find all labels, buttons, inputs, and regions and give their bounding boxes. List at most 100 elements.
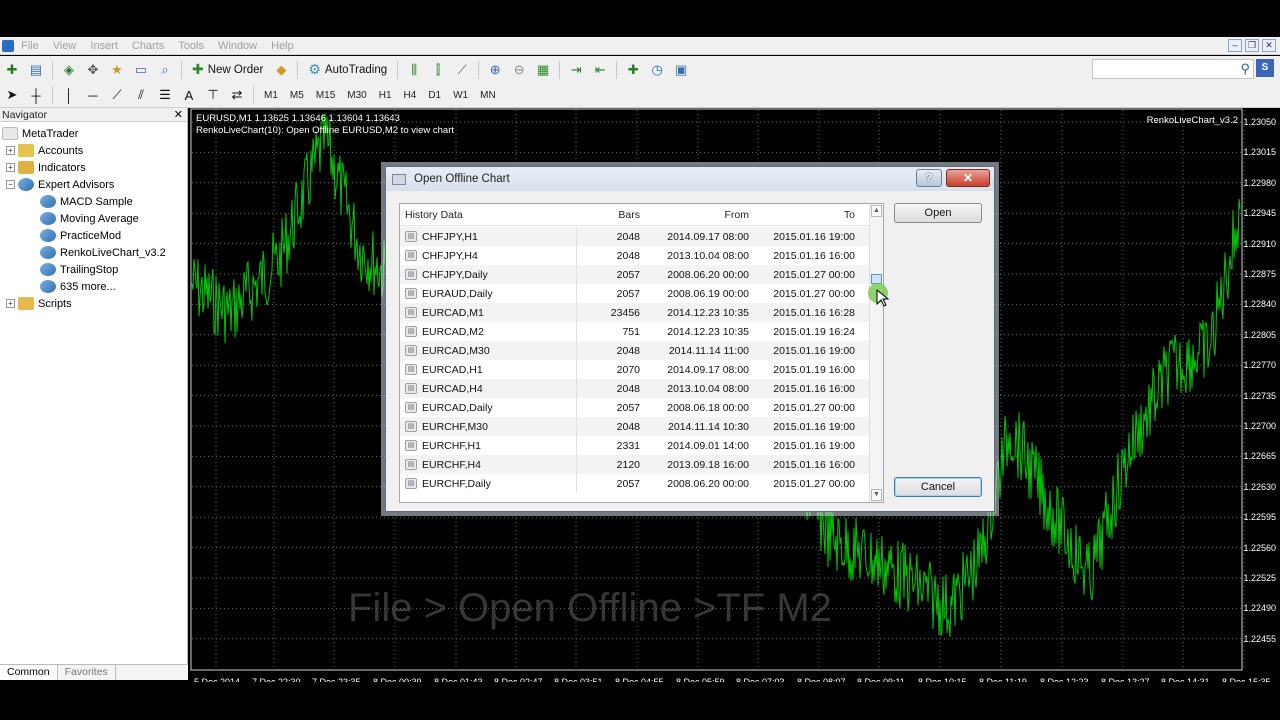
list-scrollbar[interactable]: ▲ ▼ (869, 204, 883, 502)
market-watch-icon[interactable]: ◈ (60, 61, 78, 79)
trendline-icon[interactable]: ⟋ (108, 86, 126, 104)
list-item[interactable]: ▤ EURCHF,H1 2331 2014.09.01 14:00 2015.01.16… (400, 436, 870, 455)
cursor-icon[interactable]: ➤ (3, 86, 21, 104)
list-item[interactable]: ▤ EURCAD,M30 2048 2014.11.14 11:00 2015.01.1… (400, 341, 870, 360)
cancel-button[interactable]: Cancel (894, 477, 982, 497)
menu-charts[interactable]: Charts (125, 40, 171, 52)
help-button[interactable]: ? (916, 169, 942, 187)
zoom-out-icon[interactable]: ⊖ (510, 61, 528, 79)
list-item[interactable]: ▤ EURCAD,M2 751 2014.12.23 10:35 2015.01.19 … (400, 322, 870, 341)
tree-item-scripts[interactable]: + Scripts (0, 295, 187, 312)
indicators-icon[interactable]: ✚ (624, 61, 642, 79)
expand-icon[interactable]: + (6, 146, 15, 155)
timeframe-m5[interactable]: M5 (284, 90, 310, 101)
navigator-panel: Navigator ✕ MetaTrader + Accounts + Indica… (0, 108, 188, 680)
bar-chart-icon[interactable]: ⫼ (405, 61, 423, 79)
column-header-to[interactable]: To (752, 209, 862, 221)
chart-shift-icon[interactable]: ⇥ (567, 61, 585, 79)
tree-item-expert[interactable]: RenkoLiveChart_v3.2 (0, 244, 187, 261)
profiles-icon[interactable]: ▤ (27, 61, 45, 79)
navigator-icon[interactable]: ★ (108, 61, 126, 79)
tree-item-expert[interactable]: MACD Sample (0, 193, 187, 210)
column-header-bars[interactable]: Bars (577, 209, 642, 221)
scroll-up-icon[interactable]: ▲ (871, 205, 882, 217)
scroll-down-icon[interactable]: ▼ (871, 489, 882, 501)
open-button[interactable]: Open (894, 203, 982, 223)
templates-icon[interactable]: ▣ (672, 61, 690, 79)
tree-item-accounts[interactable]: + Accounts (0, 142, 187, 159)
close-icon[interactable]: ✕ (174, 108, 183, 121)
timeframe-mn[interactable]: MN (474, 90, 502, 101)
timeframe-m1[interactable]: M1 (258, 90, 284, 101)
list-item[interactable]: ▤ EURCAD,M1 23456 2014.12.23 10:35 2015.01.1… (400, 303, 870, 322)
periods-icon[interactable]: ◷ (648, 61, 666, 79)
text-label-icon[interactable]: ⊤ (204, 86, 222, 104)
list-item[interactable]: ▤ EURCAD,H4 2048 2013.10.04 08:00 2015.01.16… (400, 379, 870, 398)
tree-item-expert[interactable]: PracticeMod (0, 227, 187, 244)
menu-tools[interactable]: Tools (171, 40, 211, 52)
fibonacci-icon[interactable]: ☰ (156, 86, 174, 104)
vertical-line-icon[interactable]: │ (60, 86, 78, 104)
dialog-close-button[interactable]: ✕ (946, 169, 990, 187)
close-icon[interactable]: ✕ (1262, 39, 1276, 52)
timeframe-m15[interactable]: M15 (310, 90, 341, 101)
expand-icon[interactable]: + (6, 163, 15, 172)
menu-file[interactable]: File (14, 40, 46, 52)
tree-item-metatrader[interactable]: MetaTrader (0, 125, 187, 142)
horizontal-line-icon[interactable]: ─ (84, 86, 102, 104)
data-window-icon[interactable]: ✥ (84, 61, 102, 79)
tab-common[interactable]: Common (0, 665, 58, 680)
line-chart-icon[interactable]: ⟋ (453, 61, 471, 79)
list-item[interactable]: ▤ EURCAD,Daily 2057 2008.06.18 00:00 2015.01… (400, 398, 870, 417)
search-input[interactable] (1092, 59, 1254, 79)
tree-item-expert-advisors[interactable]: − Expert Advisors (0, 176, 187, 193)
list-item[interactable]: ▤ CHFJPY,H4 2048 2013.10.04 08:00 2015.01.16… (400, 246, 870, 265)
expand-icon[interactable]: + (6, 299, 15, 308)
timeframe-h1[interactable]: H1 (373, 90, 398, 101)
new-chart-icon[interactable]: ✚ (3, 61, 21, 79)
list-item[interactable]: ▤ EURCAD,H1 2070 2014.09.17 08:00 2015.01.19… (400, 360, 870, 379)
tab-favorites[interactable]: Favorites (58, 665, 116, 680)
price-axis-label: 1.22840 (1243, 299, 1276, 310)
column-header-from[interactable]: From (642, 209, 752, 221)
tree-item-expert[interactable]: TrailingStop (0, 261, 187, 278)
tree-item-indicators[interactable]: + Indicators (0, 159, 187, 176)
channel-icon[interactable]: ⫽ (132, 86, 150, 104)
search-icon[interactable]: ⚲ (1240, 61, 1250, 77)
list-item[interactable]: ▤ CHFJPY,H1 2048 2014.09.17 08:00 2015.01.16… (400, 227, 870, 246)
collapse-icon[interactable]: − (6, 180, 15, 189)
list-item[interactable]: ▤ EURCHF,Daily 2057 2008.06.20 00:00 2015.01… (400, 474, 870, 493)
restore-icon[interactable]: ❐ (1245, 39, 1259, 52)
strategy-tester-icon[interactable]: ⌕ (156, 61, 174, 79)
arrows-icon[interactable]: ⇄ (228, 86, 246, 104)
community-icon[interactable]: S (1256, 59, 1274, 77)
autotrading-button[interactable]: ⚙ AutoTrading (302, 59, 393, 81)
timeframe-m30[interactable]: M30 (341, 90, 372, 101)
menu-insert[interactable]: Insert (83, 40, 125, 52)
dialog-body: History Data Bars From To ▤ CHFJPY,H1 2048… (386, 191, 994, 511)
to-cell: 2015.01.19 16:24 (773, 325, 855, 338)
tree-item-expert[interactable]: Moving Average (0, 210, 187, 227)
terminal-icon[interactable]: ▭ (132, 61, 150, 79)
tile-windows-icon[interactable]: ▦ (534, 61, 552, 79)
list-item[interactable]: ▤ CHFJPY,Daily 2057 2008.06.20 00:00 2015.01… (400, 265, 870, 284)
column-header-history-data[interactable]: History Data (400, 209, 577, 221)
candlestick-icon[interactable]: ⫿ (429, 61, 447, 79)
list-item[interactable]: ▤ EURCHF,M30 2048 2014.11.14 10:30 2015.01.1… (400, 417, 870, 436)
crosshair-icon[interactable]: ┼ (27, 86, 45, 104)
list-item[interactable]: ▤ EURAUD,Daily 2057 2008.06.19 00:00 2015.01… (400, 284, 870, 303)
menu-view[interactable]: View (46, 40, 84, 52)
list-item[interactable]: ▤ EURCHF,H4 2120 2013.09.18 16:00 2015.01.16… (400, 455, 870, 474)
timeframe-h4[interactable]: H4 (398, 90, 423, 101)
tree-item-more[interactable]: 635 more... (0, 278, 187, 295)
zoom-in-icon[interactable]: ⊕ (486, 61, 504, 79)
timeframe-w1[interactable]: W1 (447, 90, 474, 101)
menu-help[interactable]: Help (264, 40, 301, 52)
text-icon[interactable]: A (180, 86, 198, 104)
timeframe-d1[interactable]: D1 (422, 90, 447, 101)
autoscroll-icon[interactable]: ⇤ (591, 61, 609, 79)
metaeditor-icon[interactable]: ◆ (272, 61, 290, 79)
minimize-icon[interactable]: – (1228, 39, 1242, 52)
menu-window[interactable]: Window (211, 40, 264, 52)
new-order-button[interactable]: ✚ New Order (186, 59, 269, 81)
